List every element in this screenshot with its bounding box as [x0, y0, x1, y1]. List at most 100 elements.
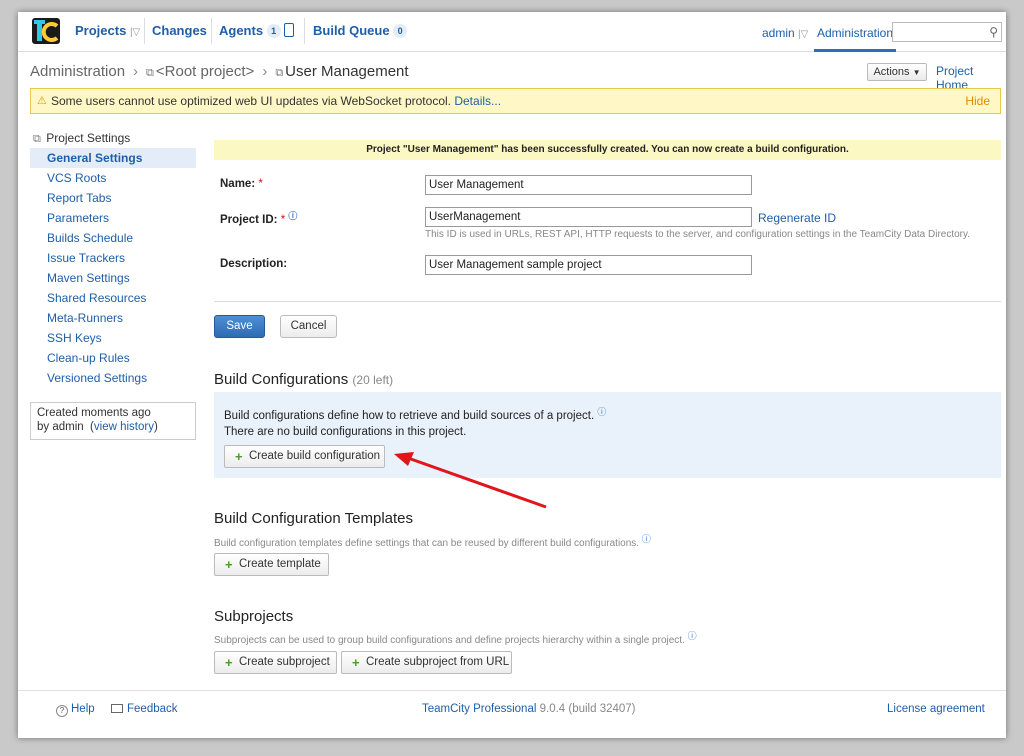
build-configurations-panel: Build configurations define how to retri…: [214, 392, 1001, 478]
help-icon[interactable]: ⓘ: [642, 534, 651, 544]
create-subproject-button[interactable]: + Create subproject: [214, 651, 337, 674]
project-id-label: Project ID: * ⓘ: [220, 209, 297, 226]
plus-icon: +: [235, 449, 243, 464]
sidebar-item-meta-runners[interactable]: Meta-Runners: [30, 308, 196, 328]
sidebar-item-report-tabs[interactable]: Report Tabs: [30, 188, 196, 208]
websocket-warning-banner: ⚠ Some users cannot use optimized web UI…: [30, 88, 1001, 114]
nav-changes[interactable]: Changes: [152, 23, 207, 38]
project-icon: ⧉: [146, 67, 154, 79]
save-button[interactable]: Save: [214, 315, 265, 338]
project-history-box: Created moments ago by admin (view histo…: [30, 402, 196, 440]
help-label: Help: [71, 703, 95, 715]
sidebar-item-builds-schedule[interactable]: Builds Schedule: [30, 228, 196, 248]
build-configurations-empty: There are no build configurations in thi…: [224, 426, 467, 438]
product-info: TeamCity Professional 9.0.4 (build 32407…: [422, 703, 636, 715]
sidebar-item-issue-trackers[interactable]: Issue Trackers: [30, 248, 196, 268]
breadcrumb: Administration › ⧉ <Root project> › ⧉ User Man…: [30, 63, 409, 80]
sidebar-title-label: Project Settings: [46, 131, 131, 145]
build-queue-count-badge: 0: [393, 24, 408, 38]
search-input[interactable]: ⚲: [892, 22, 1002, 42]
sidebar-item-shared-resources[interactable]: Shared Resources: [30, 288, 196, 308]
subprojects-description: Subprojects can be used to group build c…: [214, 629, 697, 646]
chevron-down-icon[interactable]: |▽: [798, 29, 808, 40]
create-subproject-from-url-button[interactable]: + Create subproject from URL: [341, 651, 512, 674]
sidebar-item-clean-up-rules[interactable]: Clean-up Rules: [30, 348, 196, 368]
project-settings-sidebar: ⧉ Project Settings General Settings VCS …: [30, 130, 196, 388]
create-subproject-from-url-label: Create subproject from URL: [366, 656, 510, 668]
build-configurations-description-text: Build configurations define how to retri…: [224, 410, 595, 422]
nav-agents-label: Agents: [219, 23, 264, 38]
breadcrumb-root-project[interactable]: <Root project>: [156, 63, 254, 80]
help-icon[interactable]: ⓘ: [688, 631, 697, 641]
project-id-field[interactable]: [425, 207, 752, 227]
description-field[interactable]: [425, 255, 752, 275]
create-build-configuration-label: Create build configuration: [249, 450, 381, 462]
feedback-link[interactable]: Feedback: [111, 703, 178, 715]
build-configurations-heading: Build Configurations (20 left): [214, 371, 393, 388]
create-template-label: Create template: [239, 558, 321, 570]
nav-projects[interactable]: Projects |▽: [75, 23, 140, 38]
teamcity-logo-icon[interactable]: [32, 18, 60, 44]
project-icon: ⧉: [275, 67, 284, 79]
sidebar-item-vcs-roots[interactable]: VCS Roots: [30, 168, 196, 188]
cancel-button[interactable]: Cancel: [280, 315, 337, 338]
nav-divider: [211, 18, 212, 44]
sidebar-item-general-settings[interactable]: General Settings: [30, 148, 196, 168]
name-label-text: Name:: [220, 178, 256, 190]
project-icon: ⧉: [33, 133, 41, 145]
help-icon: ?: [56, 705, 68, 717]
chevron-right-icon: ›: [133, 63, 139, 80]
red-arrow-annotation: [394, 452, 547, 509]
sidebar-item-maven-settings[interactable]: Maven Settings: [30, 268, 196, 288]
chevron-right-icon: ›: [262, 63, 268, 80]
project-id-label-text: Project ID:: [220, 214, 278, 226]
divider: [214, 301, 1001, 302]
sidebar-item-parameters[interactable]: Parameters: [30, 208, 196, 228]
chevron-down-icon[interactable]: |▽: [130, 27, 140, 38]
caret-down-icon: ▼: [912, 68, 921, 77]
plus-icon: +: [352, 655, 360, 670]
top-navigation-bar: Projects |▽ Changes Agents 1 Build Queue…: [18, 12, 1006, 52]
agents-count-badge: 1: [266, 24, 281, 38]
nav-build-queue-label: Build Queue: [313, 23, 390, 38]
regenerate-id-link[interactable]: Regenerate ID: [758, 211, 836, 225]
tab-administration[interactable]: Administration: [814, 12, 897, 52]
license-link[interactable]: License agreement: [887, 703, 985, 715]
user-menu[interactable]: admin |▽: [762, 26, 808, 40]
nav-build-queue[interactable]: Build Queue 0: [313, 23, 408, 38]
created-by-label: by admin: [37, 421, 84, 433]
sidebar-item-versioned-settings[interactable]: Versioned Settings: [30, 368, 196, 388]
description-label: Description:: [220, 258, 288, 270]
create-subproject-label: Create subproject: [239, 656, 330, 668]
nav-agents[interactable]: Agents 1: [219, 23, 295, 38]
actions-dropdown-button[interactable]: Actions ▼: [867, 63, 927, 81]
created-by: by admin (view history): [37, 421, 158, 433]
teamcity-window: Projects |▽ Changes Agents 1 Build Queue…: [18, 12, 1006, 738]
create-build-configuration-button[interactable]: + Create build configuration: [224, 445, 385, 468]
help-icon[interactable]: ⓘ: [288, 211, 297, 221]
breadcrumb-administration[interactable]: Administration: [30, 63, 125, 80]
help-icon[interactable]: ⓘ: [597, 407, 606, 417]
templates-description-text: Build configuration templates define set…: [214, 538, 640, 549]
warning-details-link[interactable]: Details...: [454, 94, 501, 108]
nav-divider: [304, 18, 305, 44]
footer: ? Help Feedback TeamCity Professional 9.0…: [18, 690, 1006, 738]
create-template-button[interactable]: + Create template: [214, 553, 329, 576]
search-icon[interactable]: ⚲: [989, 25, 998, 39]
required-marker: *: [258, 178, 263, 190]
agent-monitor-icon: [284, 23, 295, 37]
feedback-label: Feedback: [127, 703, 178, 715]
templates-description: Build configuration templates define set…: [214, 532, 651, 549]
success-notice: Project "User Management" has been succe…: [214, 140, 1001, 160]
name-label: Name: *: [220, 178, 263, 190]
sidebar-title: ⧉ Project Settings: [30, 130, 196, 148]
version-text: 9.0.4 (build 32407): [539, 703, 636, 715]
name-field[interactable]: [425, 175, 752, 195]
help-link[interactable]: ? Help: [56, 703, 95, 717]
plus-icon: +: [225, 655, 233, 670]
product-link[interactable]: TeamCity Professional: [422, 703, 536, 715]
sidebar-item-ssh-keys[interactable]: SSH Keys: [30, 328, 196, 348]
warning-hide-link[interactable]: Hide: [965, 89, 990, 113]
view-history-link[interactable]: view history: [94, 421, 154, 433]
breadcrumb-current-project: User Management: [285, 63, 409, 80]
